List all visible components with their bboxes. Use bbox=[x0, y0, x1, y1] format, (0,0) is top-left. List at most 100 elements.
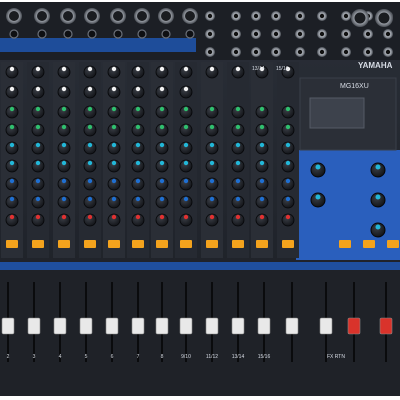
rotary-knob-icon[interactable] bbox=[179, 177, 193, 191]
rotary-knob-icon[interactable] bbox=[107, 123, 121, 137]
trs-input-jack-icon[interactable] bbox=[231, 47, 241, 57]
rotary-knob-icon[interactable] bbox=[231, 105, 245, 119]
rotary-knob-icon[interactable] bbox=[5, 65, 19, 79]
rotary-knob-icon[interactable] bbox=[231, 177, 245, 191]
rotary-knob-icon[interactable] bbox=[83, 65, 97, 79]
xlr-input-jack-icon[interactable] bbox=[34, 8, 50, 24]
trs-input-jack-icon[interactable] bbox=[161, 29, 171, 39]
rotary-knob-icon[interactable] bbox=[205, 105, 219, 119]
rotary-knob-icon[interactable] bbox=[310, 192, 326, 208]
rotary-knob-icon[interactable] bbox=[255, 141, 269, 155]
xlr-input-jack-icon[interactable] bbox=[84, 8, 100, 24]
rotary-knob-icon[interactable] bbox=[107, 195, 121, 209]
trs-input-jack-icon[interactable] bbox=[271, 11, 281, 21]
rotary-knob-icon[interactable] bbox=[179, 105, 193, 119]
fader-cap-icon[interactable] bbox=[347, 317, 361, 335]
rotary-knob-icon[interactable] bbox=[57, 105, 71, 119]
rotary-knob-icon[interactable] bbox=[155, 195, 169, 209]
rotary-knob-icon[interactable] bbox=[131, 65, 145, 79]
rotary-knob-icon[interactable] bbox=[131, 141, 145, 155]
trs-input-jack-icon[interactable] bbox=[9, 29, 19, 39]
rotary-knob-icon[interactable] bbox=[31, 105, 45, 119]
xlr-input-jack-icon[interactable] bbox=[158, 8, 174, 24]
trs-input-jack-icon[interactable] bbox=[231, 29, 241, 39]
trs-input-jack-icon[interactable] bbox=[341, 11, 351, 21]
on-button-icon[interactable] bbox=[108, 240, 120, 248]
trs-input-jack-icon[interactable] bbox=[37, 29, 47, 39]
on-button-icon[interactable] bbox=[6, 240, 18, 248]
fader-cap-icon[interactable] bbox=[1, 317, 15, 335]
rotary-knob-icon[interactable] bbox=[231, 159, 245, 173]
rotary-knob-icon[interactable] bbox=[231, 123, 245, 137]
trs-input-jack-icon[interactable] bbox=[113, 29, 123, 39]
trs-input-jack-icon[interactable] bbox=[317, 29, 327, 39]
on-button-icon[interactable] bbox=[206, 240, 218, 248]
trs-input-jack-icon[interactable] bbox=[137, 29, 147, 39]
rotary-knob-icon[interactable] bbox=[57, 213, 71, 227]
rotary-knob-icon[interactable] bbox=[155, 123, 169, 137]
xlr-input-jack-icon[interactable] bbox=[134, 8, 150, 24]
rotary-knob-icon[interactable] bbox=[231, 65, 245, 79]
rotary-knob-icon[interactable] bbox=[310, 162, 326, 178]
rotary-knob-icon[interactable] bbox=[5, 213, 19, 227]
trs-input-jack-icon[interactable] bbox=[271, 47, 281, 57]
on-button-icon[interactable] bbox=[84, 240, 96, 248]
on-button-icon[interactable] bbox=[32, 240, 44, 248]
on-button-icon[interactable] bbox=[387, 240, 399, 248]
rotary-knob-icon[interactable] bbox=[31, 123, 45, 137]
rotary-knob-icon[interactable] bbox=[83, 159, 97, 173]
rotary-knob-icon[interactable] bbox=[255, 105, 269, 119]
rotary-knob-icon[interactable] bbox=[131, 123, 145, 137]
rotary-knob-icon[interactable] bbox=[5, 141, 19, 155]
rotary-knob-icon[interactable] bbox=[57, 123, 71, 137]
rotary-knob-icon[interactable] bbox=[131, 85, 145, 99]
rotary-knob-icon[interactable] bbox=[370, 192, 386, 208]
rotary-knob-icon[interactable] bbox=[31, 141, 45, 155]
rotary-knob-icon[interactable] bbox=[5, 123, 19, 137]
trs-input-jack-icon[interactable] bbox=[295, 11, 305, 21]
fader-cap-icon[interactable] bbox=[79, 317, 93, 335]
xlr-output-jack-icon[interactable] bbox=[351, 9, 369, 27]
rotary-knob-icon[interactable] bbox=[83, 213, 97, 227]
rotary-knob-icon[interactable] bbox=[179, 141, 193, 155]
trs-input-jack-icon[interactable] bbox=[63, 29, 73, 39]
fader-cap-icon[interactable] bbox=[53, 317, 67, 335]
rotary-knob-icon[interactable] bbox=[107, 85, 121, 99]
trs-input-jack-icon[interactable] bbox=[341, 47, 351, 57]
rotary-knob-icon[interactable] bbox=[155, 85, 169, 99]
rotary-knob-icon[interactable] bbox=[83, 85, 97, 99]
rotary-knob-icon[interactable] bbox=[107, 159, 121, 173]
rotary-knob-icon[interactable] bbox=[57, 195, 71, 209]
rotary-knob-icon[interactable] bbox=[131, 159, 145, 173]
rotary-knob-icon[interactable] bbox=[281, 105, 295, 119]
xlr-input-jack-icon[interactable] bbox=[60, 8, 76, 24]
rotary-knob-icon[interactable] bbox=[255, 213, 269, 227]
rotary-knob-icon[interactable] bbox=[205, 195, 219, 209]
trs-input-jack-icon[interactable] bbox=[383, 29, 393, 39]
rotary-knob-icon[interactable] bbox=[231, 213, 245, 227]
rotary-knob-icon[interactable] bbox=[205, 213, 219, 227]
rotary-knob-icon[interactable] bbox=[5, 105, 19, 119]
trs-input-jack-icon[interactable] bbox=[251, 47, 261, 57]
rotary-knob-icon[interactable] bbox=[281, 123, 295, 137]
rotary-knob-icon[interactable] bbox=[31, 65, 45, 79]
on-button-icon[interactable] bbox=[180, 240, 192, 248]
trs-input-jack-icon[interactable] bbox=[271, 29, 281, 39]
rotary-knob-icon[interactable] bbox=[5, 159, 19, 173]
on-button-icon[interactable] bbox=[256, 240, 268, 248]
rotary-knob-icon[interactable] bbox=[57, 159, 71, 173]
on-button-icon[interactable] bbox=[58, 240, 70, 248]
trs-input-jack-icon[interactable] bbox=[363, 29, 373, 39]
trs-input-jack-icon[interactable] bbox=[383, 47, 393, 57]
on-button-icon[interactable] bbox=[282, 240, 294, 248]
xlr-input-jack-icon[interactable] bbox=[182, 8, 198, 24]
fader-cap-icon[interactable] bbox=[257, 317, 271, 335]
trs-input-jack-icon[interactable] bbox=[87, 29, 97, 39]
trs-input-jack-icon[interactable] bbox=[317, 11, 327, 21]
on-button-icon[interactable] bbox=[339, 240, 351, 248]
rotary-knob-icon[interactable] bbox=[131, 105, 145, 119]
rotary-knob-icon[interactable] bbox=[179, 159, 193, 173]
fader-cap-icon[interactable] bbox=[231, 317, 245, 335]
rotary-knob-icon[interactable] bbox=[131, 213, 145, 227]
rotary-knob-icon[interactable] bbox=[107, 105, 121, 119]
